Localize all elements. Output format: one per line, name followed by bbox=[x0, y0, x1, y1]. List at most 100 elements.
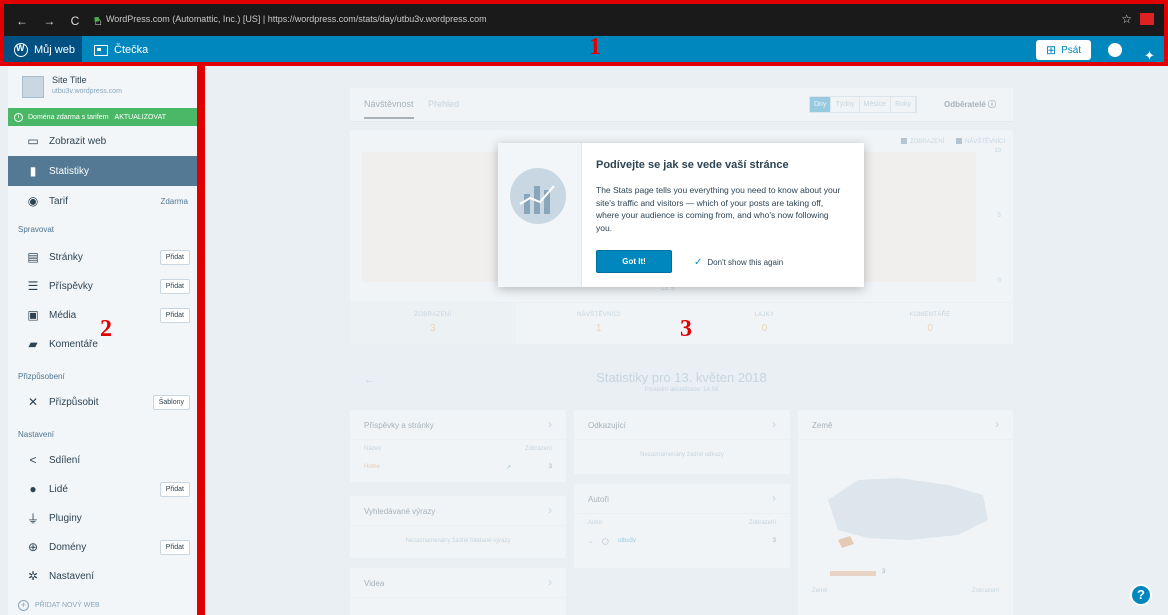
tab-overview[interactable]: Přehled bbox=[428, 99, 459, 109]
row-views: 3 bbox=[548, 464, 552, 470]
row-title[interactable]: Home bbox=[364, 464, 380, 470]
stats-date-title: Statistiky pro 13. květen 2018 bbox=[596, 370, 767, 385]
address-bar[interactable]: ■ WordPress.com (Automattic, Inc.) [US] … bbox=[94, 14, 487, 24]
help-button[interactable]: ? bbox=[1130, 584, 1152, 606]
module-header[interactable]: Odkazující › bbox=[574, 410, 790, 440]
period-days[interactable]: Dny bbox=[810, 97, 832, 112]
legend-swatch-visitors[interactable] bbox=[955, 138, 962, 144]
module-header[interactable]: Videa › bbox=[350, 568, 566, 598]
add-page-button[interactable]: Přidat bbox=[159, 249, 190, 265]
country-bar bbox=[830, 571, 876, 576]
period-months[interactable]: Měsíce bbox=[860, 97, 892, 112]
summary-value: 1 bbox=[595, 323, 602, 334]
add-people-button[interactable]: Přidat bbox=[159, 481, 190, 497]
dont-show-again-checkbox[interactable]: ✓ Don't show this again bbox=[694, 257, 783, 268]
sidebar-item-stats[interactable]: ▮ Statistiky bbox=[8, 156, 200, 186]
col-author: Autor bbox=[588, 520, 603, 526]
table-row[interactable]: Home ↗ 3 bbox=[350, 458, 566, 478]
table-row[interactable]: ⌄ ◯ utbu3v 3 bbox=[574, 532, 790, 552]
followers-link[interactable]: Odběratelé ⓘ bbox=[944, 99, 996, 110]
posts-icon: ☰ bbox=[27, 279, 39, 293]
country-bar-row: 3 bbox=[798, 569, 1013, 582]
legend-visitors: NÁVŠTĚVNÍCI bbox=[964, 139, 1005, 145]
reader-icon bbox=[94, 44, 108, 56]
site-card[interactable]: Site Title utbu3v.wordpress.com bbox=[8, 70, 200, 108]
sidebar-item-label: Nastavení bbox=[49, 570, 95, 582]
write-label: Psát bbox=[1061, 44, 1082, 56]
sidebar-item-view-site[interactable]: ▭ Zobrazit web bbox=[8, 126, 200, 156]
summary-likes[interactable]: LAJKY 0 bbox=[682, 303, 848, 344]
module-title: Videa bbox=[364, 579, 385, 588]
world-map bbox=[828, 478, 988, 548]
expand-chevron-icon[interactable]: ⌄ bbox=[588, 538, 593, 545]
address-secure-label: WordPress.com (Automattic, Inc.) [US] bbox=[105, 14, 261, 24]
modal-body: The Stats page tells you everything you … bbox=[596, 185, 841, 233]
col-country: Země bbox=[812, 588, 828, 594]
summary-visitors[interactable]: NÁVŠTĚVNÍCI 1 bbox=[516, 303, 682, 344]
summary-label: KOMENTÁŘE bbox=[909, 312, 951, 318]
chevron-right-icon: › bbox=[772, 417, 776, 431]
modal-illustration bbox=[498, 143, 582, 287]
module-header[interactable]: Autoři › bbox=[574, 484, 790, 514]
summary-views[interactable]: ZOBRAZENÍ 3 bbox=[350, 303, 516, 344]
add-new-site-button[interactable]: + PŘIDAT NOVÝ WEB bbox=[18, 600, 100, 611]
upgrade-link[interactable]: AKTUALIZOVAT bbox=[115, 114, 166, 121]
sidebar-item-settings[interactable]: ✲ Nastavení bbox=[8, 561, 200, 591]
module-header[interactable]: Vyhledávané výrazy › bbox=[350, 496, 566, 526]
write-button[interactable]: ⊞ Psát bbox=[1036, 40, 1092, 60]
my-site-button[interactable]: Můj web bbox=[0, 36, 82, 64]
add-domain-button[interactable]: Přidat bbox=[159, 539, 190, 555]
stats-chart-illustration-icon bbox=[510, 168, 566, 224]
got-it-button[interactable]: Got It! bbox=[596, 250, 672, 273]
sidebar-item-customize[interactable]: ✕ Přizpůsobit Šablony bbox=[8, 387, 200, 417]
personalize-heading: Přizpůsobení bbox=[18, 372, 65, 381]
y-tick-label: 0 bbox=[997, 278, 1001, 284]
plan-upgrade-banner[interactable]: i Doména zdarma s tarifem AKTUALIZOVAT bbox=[8, 108, 200, 126]
country-value: 3 bbox=[882, 569, 886, 575]
stats-section-nav: Návštěvnost Přehled Dny Týdny Měsíce Rok… bbox=[350, 88, 1013, 122]
bookmark-star-icon[interactable]: ☆ bbox=[1121, 12, 1132, 26]
external-link-icon[interactable]: ↗ bbox=[506, 464, 511, 471]
author-name[interactable]: utbu3v bbox=[618, 538, 636, 544]
tab-visits[interactable]: Návštěvnost bbox=[364, 99, 414, 119]
col-views: Zobrazení bbox=[524, 446, 552, 452]
sidebar-item-domains[interactable]: ⊕ Domény Přidat bbox=[8, 532, 200, 562]
module-empty: Nezaznamenány žádné odkazy bbox=[640, 452, 724, 458]
new-post-icon: ⊞ bbox=[1046, 43, 1057, 57]
sidebar-item-label: Přizpůsobit bbox=[49, 396, 99, 408]
col-views: Zobrazení bbox=[971, 588, 999, 594]
site-title: Site Title bbox=[52, 75, 87, 85]
period-weeks[interactable]: Týdny bbox=[831, 97, 860, 112]
sidebar-item-plugins[interactable]: ⏚ Pluginy bbox=[8, 503, 200, 533]
module-columns: Autor Zobrazení bbox=[574, 514, 790, 532]
sidebar-item-pages[interactable]: ▤ Stránky Přidat bbox=[8, 242, 200, 272]
sidebar-item-plan[interactable]: ◉ Tarif Zdarma bbox=[8, 186, 200, 216]
add-post-button[interactable]: Přidat bbox=[159, 278, 190, 294]
dont-show-label: Don't show this again bbox=[707, 258, 784, 267]
period-years[interactable]: Roky bbox=[891, 97, 917, 112]
module-header[interactable]: Země › bbox=[798, 410, 1013, 440]
sidebar-item-label: Pluginy bbox=[49, 512, 82, 524]
annotation-label-2: 2 bbox=[100, 316, 112, 342]
module-title: Vyhledávané výrazy bbox=[364, 507, 436, 516]
sidebar-item-label: Domény bbox=[49, 541, 87, 553]
chevron-right-icon: › bbox=[548, 503, 552, 517]
col-title: Název bbox=[364, 446, 382, 452]
extension-icon[interactable] bbox=[1140, 13, 1154, 25]
themes-button[interactable]: Šablony bbox=[152, 394, 190, 410]
reader-button[interactable]: Čtečka bbox=[94, 36, 148, 64]
avatar[interactable] bbox=[1108, 43, 1122, 57]
chevron-right-icon: › bbox=[548, 575, 552, 589]
period-selector: Dny Týdny Měsíce Roky bbox=[809, 96, 918, 113]
summary-comments[interactable]: KOMENTÁŘE 0 bbox=[847, 303, 1013, 344]
sidebar-item-sharing[interactable]: < Sdílení bbox=[8, 445, 200, 475]
sidebar-item-people[interactable]: ● Lidé Přidat bbox=[8, 474, 200, 504]
add-media-button[interactable]: Přidat bbox=[159, 307, 190, 323]
legend-views: ZOBRAZENÍ bbox=[909, 139, 945, 145]
annotation-label-1: 1 bbox=[589, 34, 601, 60]
module-header[interactable]: Příspěvky a stránky › bbox=[350, 410, 566, 440]
legend-swatch-views bbox=[900, 138, 907, 144]
module-empty: Nezaznamenány žádné hledané výrazy bbox=[405, 538, 511, 544]
module-authors: Autoři › Autor Zobrazení ⌄ ◯ utbu3v 3 bbox=[574, 484, 790, 568]
sidebar-item-posts[interactable]: ☰ Příspěvky Přidat bbox=[8, 271, 200, 301]
